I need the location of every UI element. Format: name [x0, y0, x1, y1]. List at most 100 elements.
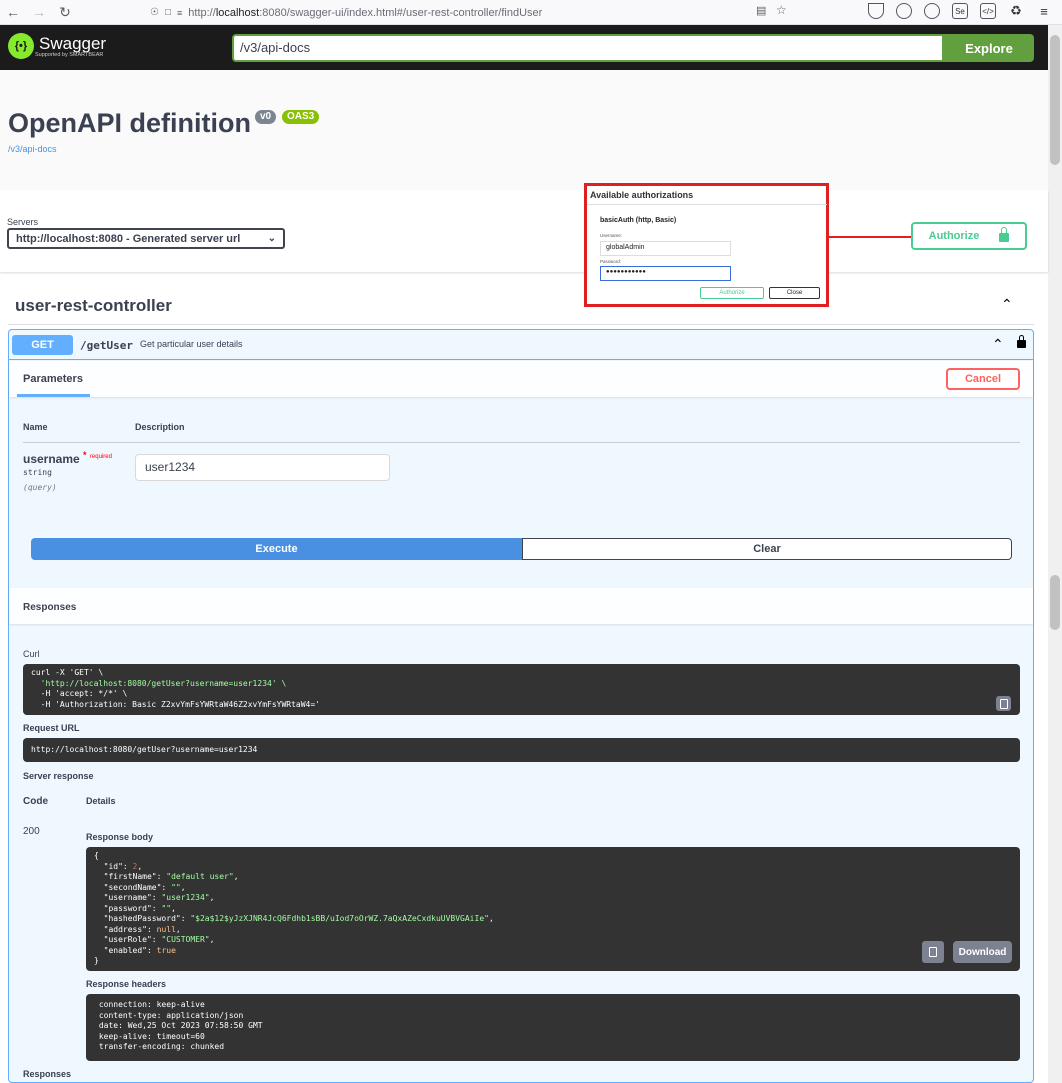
- responses-header: [9, 588, 1033, 624]
- request-url-label: Request URL: [23, 723, 80, 733]
- cancel-button[interactable]: Cancel: [946, 368, 1020, 390]
- parameter-name: username * required: [23, 450, 112, 466]
- popup-password-label: Password:: [600, 259, 622, 264]
- swagger-logo[interactable]: {•} Swagger Supported by SMARTBEAR: [8, 33, 106, 59]
- logo-text: Swagger: [39, 33, 107, 53]
- column-name-header: Name: [23, 422, 48, 432]
- popup-title: Available authorizations: [590, 190, 694, 200]
- swagger-topbar: {•} Swagger Supported by SMARTBEAR /v3/a…: [0, 25, 1048, 70]
- popup-username-input[interactable]: globalAdmin: [600, 241, 731, 256]
- scroll-thumb[interactable]: [1050, 575, 1060, 630]
- body-username: "user1234": [161, 893, 210, 902]
- oas-badge: OAS3: [282, 110, 320, 124]
- table-header-divider: [23, 442, 1020, 443]
- popup-divider: [587, 204, 827, 205]
- clear-button[interactable]: Clear: [522, 538, 1012, 560]
- tab-parameters[interactable]: Parameters: [23, 373, 83, 385]
- server-select[interactable]: http://localhost:8080 - Generated server…: [7, 228, 285, 249]
- response-headers-block[interactable]: connection: keep-alive content-type: app…: [86, 994, 1020, 1061]
- url-text[interactable]: http://localhost:8080/swagger-ui/index.h…: [188, 7, 542, 19]
- parameters-header: [9, 361, 1033, 397]
- responses-heading: Responses: [23, 602, 77, 613]
- menu-icon[interactable]: ≡: [1036, 3, 1052, 19]
- devtools-icon[interactable]: </>: [980, 3, 996, 19]
- server-select-value: http://localhost:8080 - Generated server…: [16, 232, 241, 245]
- parameter-location: (query): [23, 483, 57, 492]
- popup-authorize-button[interactable]: Authorize: [700, 287, 764, 299]
- servers-label: Servers: [7, 217, 39, 227]
- body-address: null: [156, 924, 176, 934]
- api-url-input[interactable]: /v3/api-docs: [232, 34, 944, 62]
- reader-view-icon[interactable]: ▤: [756, 4, 766, 17]
- response-headers-label: Response headers: [86, 979, 167, 989]
- code-column-header: Code: [23, 796, 48, 807]
- popup-close-button[interactable]: Close: [769, 287, 820, 299]
- response-code: 200: [23, 826, 40, 837]
- body-id: 2: [132, 861, 138, 871]
- required-star: *: [83, 450, 87, 460]
- back-icon[interactable]: ←: [4, 3, 22, 21]
- username-input[interactable]: user1234: [135, 454, 390, 481]
- body-userrole: "CUSTOMER": [161, 935, 210, 944]
- response-body-block[interactable]: { "id": 2, "firstName": "default user", …: [86, 847, 1020, 971]
- request-url-block[interactable]: http://localhost:8080/getUser?username=u…: [23, 738, 1020, 762]
- operation-lock-icon[interactable]: [1017, 340, 1026, 348]
- download-button[interactable]: Download: [953, 941, 1012, 963]
- reload-icon[interactable]: ↻: [56, 3, 74, 21]
- swagger-logo-icon: {•}: [8, 33, 34, 59]
- curl-line-2: 'http://localhost:8080/getUser?username=…: [31, 678, 287, 688]
- header-line-5: transfer-encoding: chunked: [94, 1042, 225, 1051]
- page-scrollbar[interactable]: [1048, 25, 1062, 1083]
- curl-code-block[interactable]: curl -X 'GET' \ 'http://localhost:8080/g…: [23, 664, 1020, 715]
- operation-lock-shackle: [1019, 335, 1024, 341]
- body-password: "": [161, 903, 172, 913]
- copy-curl-icon[interactable]: [996, 696, 1011, 711]
- tag-divider: [8, 324, 1034, 325]
- authorize-label: Authorize: [928, 230, 980, 242]
- collapse-tag-icon[interactable]: ⌃: [1001, 296, 1013, 313]
- forward-icon[interactable]: →: [30, 3, 48, 21]
- server-response-label: Server response: [23, 771, 94, 781]
- page-icon: □: [164, 7, 172, 18]
- scheme-container: Servers http://localhost:8080 - Generate…: [0, 190, 1048, 272]
- operation-summary[interactable]: GET /getUser Get particular user details…: [9, 330, 1033, 360]
- selenium-icon[interactable]: Se: [952, 3, 968, 19]
- extension-icon[interactable]: [896, 3, 912, 19]
- bookmark-star-icon[interactable]: ☆: [776, 3, 787, 17]
- page-title: OpenAPI definition: [8, 108, 251, 138]
- copy-body-icon[interactable]: [922, 941, 944, 963]
- body-secondname: "": [171, 882, 181, 892]
- collapse-operation-icon[interactable]: ⌃: [992, 336, 1004, 353]
- address-bar[interactable]: ☉ □ ≡ http://localhost:8080/swagger-ui/i…: [150, 3, 800, 22]
- tab-underline: [17, 394, 90, 397]
- pocket-icon[interactable]: [868, 3, 884, 19]
- vpn-icon[interactable]: [924, 3, 940, 19]
- column-description-header: Description: [135, 422, 185, 432]
- curl-line-3: -H 'accept: */*' \: [31, 689, 128, 698]
- operation-block: GET /getUser Get particular user details…: [8, 329, 1034, 1083]
- execute-button[interactable]: Execute: [31, 538, 522, 560]
- parameter-type: string: [23, 468, 52, 477]
- chevron-down-icon: ⌄: [267, 233, 276, 244]
- operation-path: /getUser: [80, 339, 133, 352]
- tag-title[interactable]: user-rest-controller: [15, 296, 172, 316]
- popup-password-input[interactable]: ●●●●●●●●●●●: [600, 266, 731, 281]
- parameter-name-text: username: [23, 452, 80, 466]
- popup-scheme-title: basicAuth (http, Basic): [600, 217, 677, 224]
- site-info-icon[interactable]: ☉: [150, 7, 159, 18]
- authorize-button[interactable]: Authorize: [911, 222, 1027, 250]
- logo-subtext: Supported by SMARTBEAR: [35, 51, 104, 58]
- puzzle-icon[interactable]: ♻: [1008, 3, 1024, 19]
- curl-line-1: curl -X 'GET' \: [31, 668, 104, 677]
- auth-popup-callout: Available authorizations basicAuth (http…: [584, 183, 829, 307]
- operation-summary-text: Get particular user details: [140, 339, 243, 349]
- explore-button[interactable]: Explore: [944, 34, 1034, 62]
- popup-username-label: Username:: [600, 233, 623, 238]
- required-label: required: [89, 454, 112, 460]
- info-section: OpenAPI definition v0 OAS3 /v3/api-docs: [0, 70, 1048, 190]
- api-docs-link[interactable]: /v3/api-docs: [8, 144, 57, 154]
- responses-footer-heading: Responses: [23, 1069, 72, 1079]
- scroll-thumb-top[interactable]: [1050, 35, 1060, 165]
- details-column-header: Details: [86, 796, 116, 806]
- body-enabled: true: [156, 945, 176, 955]
